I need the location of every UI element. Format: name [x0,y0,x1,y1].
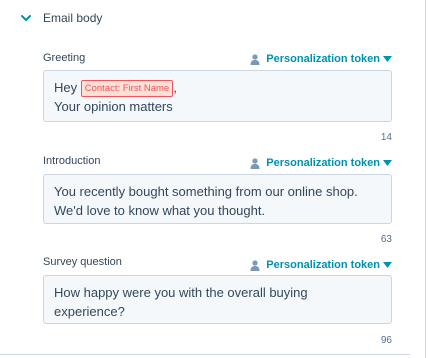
panel-right-border [425,0,426,358]
introduction-char-count: 63 [380,234,392,245]
survey-question-label: Survey question [43,256,122,268]
introduction-personalization-token-button[interactable]: Personalization token [250,157,392,169]
survey-question-personalization-token-button[interactable]: Personalization token [250,259,392,271]
person-icon [250,157,260,169]
caret-down-icon [383,56,392,62]
token-link-label: Personalization token [266,53,380,65]
token-link-label: Personalization token [266,259,380,271]
caret-down-icon [383,160,392,166]
caret-down-icon [383,262,392,268]
section-title: Email body [43,11,103,25]
greeting-text-suffix: , [173,80,177,95]
survey-question-line-1: How happy were you with the overall buyi… [54,285,308,300]
chevron-down-icon [21,15,31,21]
greeting-input[interactable]: Hey Contact: First Name, Your opinion ma… [43,70,392,122]
greeting-char-count: 14 [380,132,392,143]
greeting-personalization-token-button[interactable]: Personalization token [250,53,392,65]
survey-question-char-count: 96 [380,335,392,346]
email-body-section-toggle[interactable]: Email body [20,8,102,28]
introduction-label: Introduction [43,155,101,167]
contact-first-name-token[interactable]: Contact: First Name [80,80,174,97]
survey-question-line-2: experience? [54,304,125,319]
survey-question-input[interactable]: How happy were you with the overall buyi… [43,275,392,324]
greeting-line-1: Hey Contact: First Name, [54,78,381,97]
greeting-label: Greeting [43,52,86,64]
greeting-line-2: Your opinion matters [54,99,173,114]
introduction-line-1: You recently bought something from our o… [54,184,358,199]
introduction-line-2: We'd love to know what you thought. [54,203,266,218]
introduction-input[interactable]: You recently bought something from our o… [43,174,392,224]
panel-bottom-border [0,354,410,355]
person-icon [250,53,260,65]
greeting-text-prefix: Hey [54,80,78,95]
person-icon [250,259,260,271]
token-link-label: Personalization token [266,157,380,169]
